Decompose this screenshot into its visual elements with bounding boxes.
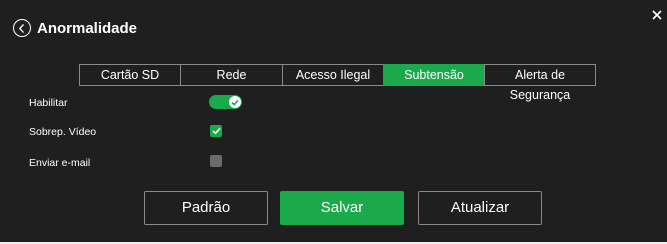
toggle-knob — [229, 96, 241, 108]
anormalidade-dialog: Anormalidade Cartão SD Rede Acesso Ilega… — [0, 0, 667, 242]
enviar-email-label: Enviar e-mail — [29, 157, 91, 169]
title-bar: Anormalidade — [0, 0, 667, 45]
dialog-title: Anormalidade — [37, 20, 138, 37]
back-icon[interactable] — [13, 19, 31, 37]
padrao-button[interactable]: Padrão — [144, 191, 268, 225]
tab-cartao-sd[interactable]: Cartão SD — [79, 64, 181, 86]
close-icon[interactable] — [650, 8, 664, 22]
salvar-button[interactable]: Salvar — [280, 191, 404, 225]
tab-subtensao[interactable]: Subtensão — [383, 64, 485, 86]
tab-alerta-de-seguranca[interactable]: Alerta de Segurança — [484, 64, 596, 102]
sobrep-video-label: Sobrep. Vídeo — [29, 126, 97, 138]
tab-rede[interactable]: Rede — [180, 64, 283, 86]
enviar-email-checkbox[interactable] — [210, 155, 222, 167]
tab-acesso-ilegal[interactable]: Acesso Ilegal — [282, 64, 384, 86]
atualizar-button[interactable]: Atualizar — [418, 191, 542, 225]
habilitar-toggle[interactable] — [209, 95, 242, 109]
tab-bar: Cartão SD Rede Acesso Ilegal Subtensão A… — [79, 64, 596, 102]
sobrep-video-checkbox[interactable] — [210, 125, 222, 137]
habilitar-label: Habilitar — [29, 97, 68, 109]
